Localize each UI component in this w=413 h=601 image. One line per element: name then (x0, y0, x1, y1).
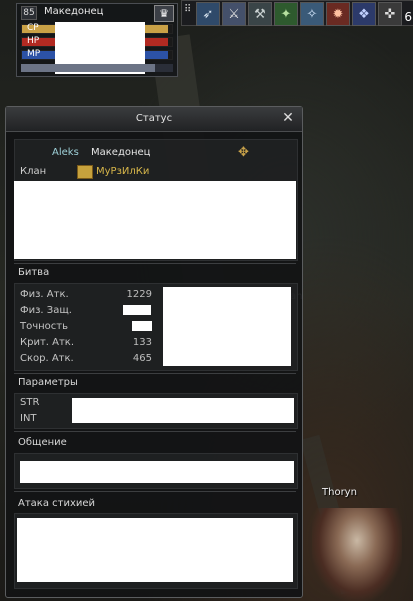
mp-label: MP (27, 49, 41, 59)
xp-bar-fill (21, 64, 155, 72)
redacted-area (123, 305, 151, 315)
section-parameters-title: Параметры (18, 377, 78, 388)
stat-label: Точность (20, 321, 69, 332)
skill-slot-5[interactable]: ✧ (300, 2, 324, 26)
character-level: 85 (21, 6, 37, 20)
status-window: Статус ✕ Aleks Македонец ✥ Клан МуРзИлКи… (5, 106, 303, 598)
clan-crest-icon (77, 165, 93, 179)
param-label: STR (20, 397, 40, 408)
skill-slot-8[interactable]: ✜ (378, 2, 402, 26)
section-battle-title: Битва (18, 267, 50, 278)
divider (14, 491, 296, 492)
redacted-area (17, 518, 293, 582)
character-name: Македонец (44, 6, 104, 17)
hp-label: HP (27, 36, 40, 46)
shortcut-bar: ⠿ ➶ ⚔ ⚒ ✦ ✧ ✹ ❖ ✜ 6 (181, 0, 413, 26)
character-status-panel: 85 Македонец ♛ CP HP MP (16, 3, 178, 77)
emblem-icon: ✥ (238, 145, 249, 160)
skill-slot-1[interactable]: ➶ (196, 2, 220, 26)
divider (14, 263, 296, 264)
close-icon[interactable]: ✕ (280, 110, 296, 126)
skill-slot-7[interactable]: ❖ (352, 2, 376, 26)
stat-value: 465 (132, 353, 152, 364)
status-window-title[interactable]: Статус (6, 107, 302, 132)
stat-label: Скор. Атк. (20, 353, 74, 364)
stat-label: Физ. Защ. (20, 305, 72, 316)
stat-value: 1229 (126, 289, 152, 300)
skill-slot-6[interactable]: ✹ (326, 2, 350, 26)
grip-icon[interactable]: ⠿ (184, 4, 192, 20)
redacted-area (20, 461, 294, 483)
stat-value: 133 (132, 337, 152, 348)
redacted-area (163, 287, 291, 366)
menu-icon[interactable]: ♛ (154, 5, 174, 22)
skill-slot-2[interactable]: ⚔ (222, 2, 246, 26)
stat-label: Физ. Атк. (20, 289, 69, 300)
section-element-attack-title: Атака стихией (18, 498, 96, 509)
section-social-title: Общение (18, 437, 67, 448)
divider (14, 431, 296, 432)
xp-bar (21, 64, 173, 72)
character-title: Aleks (52, 147, 79, 158)
redacted-area (14, 181, 296, 259)
npc-nameplate[interactable]: Thoryn (322, 487, 357, 498)
skill-slot-4[interactable]: ✦ (274, 2, 298, 26)
cp-label: CP (27, 23, 39, 33)
divider (14, 373, 296, 374)
clan-label: Клан (20, 166, 47, 177)
clan-name: МуРзИлКи (96, 166, 150, 177)
shortcut-page-number[interactable]: 6 (404, 10, 412, 24)
redacted-area (132, 321, 152, 331)
npc-character[interactable] (312, 508, 402, 601)
param-label: INT (20, 413, 37, 424)
stat-label: Крит. Атк. (20, 337, 75, 348)
redacted-area (72, 398, 294, 423)
status-character-name: Македонец (91, 147, 151, 158)
skill-slot-3[interactable]: ⚒ (248, 2, 272, 26)
